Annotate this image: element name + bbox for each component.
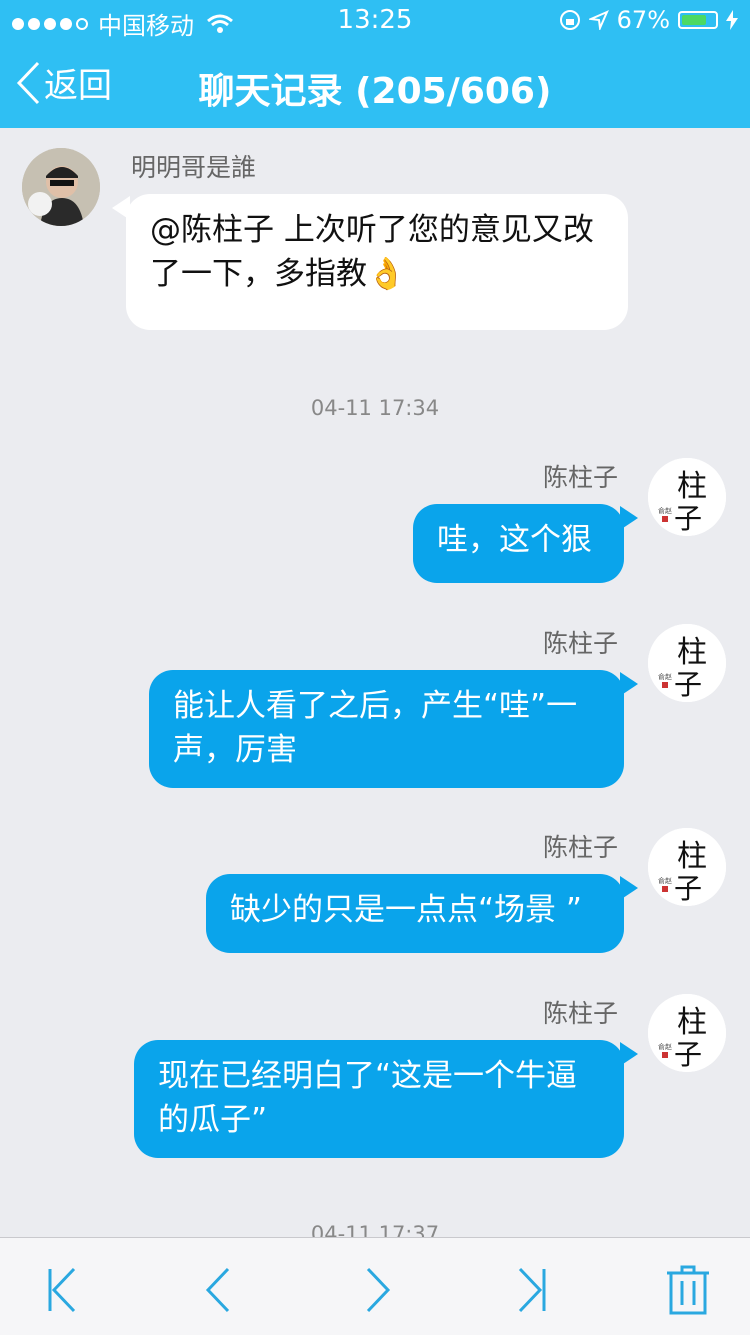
avatar-glyph: 柱 — [677, 635, 707, 670]
avatar-seal: 俞赵 — [658, 1042, 672, 1051]
avatar-seal: 俞赵 — [658, 876, 672, 885]
trash-icon — [667, 1265, 709, 1315]
sender-name: 陈柱子 — [542, 999, 618, 1028]
avatar-glyph: 子 — [674, 668, 702, 701]
battery-icon — [678, 11, 718, 29]
message-bubble[interactable]: 哇，这个狠 — [413, 504, 624, 583]
status-bar: 中国移动 13:25 67% — [0, 0, 750, 40]
message-bubble[interactable]: @陈柱子 上次听了您的意见又改 了一下，多指教👌 — [126, 194, 628, 330]
first-page-icon — [48, 1267, 76, 1313]
previous-page-icon — [205, 1267, 230, 1313]
sender-name: 陈柱子 — [542, 629, 618, 658]
message-bubble[interactable]: 缺少的只是一点点“场景 ” — [206, 874, 624, 953]
avatar-user[interactable] — [22, 148, 100, 226]
message-bubble[interactable]: 能让人看了之后，产生“哇”一 声，厉害 — [149, 670, 624, 788]
previous-page-button[interactable] — [190, 1260, 250, 1320]
page-title: 聊天记录 (205/606) — [198, 71, 552, 112]
message-line: 声，厉害 — [173, 732, 297, 768]
rotation-lock-icon — [559, 10, 580, 30]
battery-percent: 67% — [616, 6, 670, 34]
sender-name: 陈柱子 — [542, 833, 618, 862]
avatar-contact[interactable]: 柱 子 俞赵 — [648, 828, 726, 906]
message-line: 的瓜子” — [158, 1102, 268, 1138]
avatar-glyph: 柱 — [677, 839, 707, 874]
last-page-button[interactable] — [500, 1260, 560, 1320]
avatar-seal: 俞赵 — [658, 506, 672, 515]
message-line: @陈柱子 上次听了您的意见又改 — [150, 212, 594, 248]
next-page-button[interactable] — [346, 1260, 406, 1320]
delete-button[interactable] — [658, 1260, 718, 1320]
first-page-button[interactable] — [34, 1260, 94, 1320]
status-right: 67% — [559, 6, 738, 34]
last-page-icon — [518, 1267, 546, 1313]
message-line: 了一下，多指教👌 — [150, 256, 406, 292]
timestamp: 04-11 17:34 — [310, 396, 440, 420]
bottom-toolbar — [0, 1237, 750, 1335]
avatar-contact[interactable]: 柱 子 俞赵 — [648, 994, 726, 1072]
message-line: 缺少的只是一点点“场景 ” — [230, 892, 582, 928]
message-bubble[interactable]: 现在已经明白了“这是一个牛逼 的瓜子” — [134, 1040, 624, 1158]
message-line: 能让人看了之后，产生“哇”一 — [173, 688, 578, 724]
avatar-glyph: 子 — [674, 872, 702, 905]
location-icon — [588, 10, 609, 30]
avatar-contact[interactable]: 柱 子 俞赵 — [648, 624, 726, 702]
nav-bar: 返回 聊天记录 (205/606) — [0, 40, 750, 128]
avatar-glyph: 子 — [674, 1038, 702, 1071]
sender-name: 明明哥是誰 — [131, 153, 257, 182]
message-line: 哇，这个狠 — [437, 522, 592, 558]
message-line: 现在已经明白了“这是一个牛逼 — [158, 1058, 578, 1094]
avatar-glyph: 柱 — [677, 1005, 707, 1040]
next-page-icon — [366, 1267, 391, 1313]
avatar-contact[interactable]: 柱 子 俞赵 — [648, 458, 726, 536]
sender-name: 陈柱子 — [542, 463, 618, 492]
avatar-seal: 俞赵 — [658, 672, 672, 681]
charging-icon — [726, 10, 738, 30]
avatar-glyph: 柱 — [677, 469, 707, 504]
avatar-glyph: 子 — [674, 502, 702, 535]
top-bar: 中国移动 13:25 67% 返回 聊天记录 (205/606) — [0, 0, 750, 128]
